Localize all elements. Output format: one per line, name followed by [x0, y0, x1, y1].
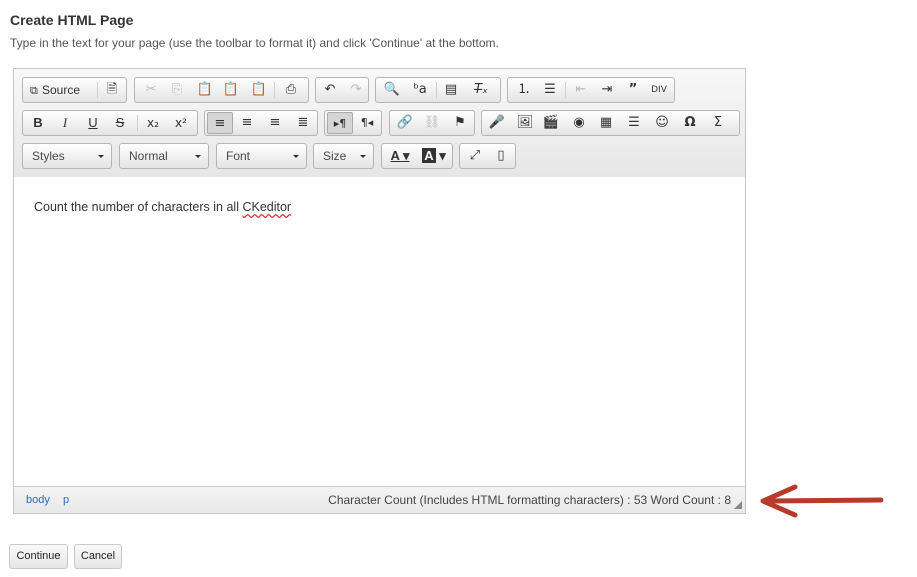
- source-button[interactable]: ⧉ Source: [26, 79, 94, 101]
- anchor-flag-icon[interactable]: ⚑: [447, 112, 473, 134]
- strike-icon[interactable]: S: [107, 112, 133, 134]
- rtl-icon[interactable]: ¶◂: [354, 112, 380, 134]
- chevron-down-icon: [293, 155, 299, 158]
- styles-dropdown[interactable]: Styles: [22, 143, 112, 169]
- increase-indent-icon[interactable]: ⇥: [594, 79, 620, 101]
- redo-icon[interactable]: ↷: [343, 79, 369, 101]
- align-left-icon[interactable]: ≡: [207, 112, 233, 134]
- editor-paragraph[interactable]: Count the number of characters in all CK…: [34, 200, 291, 214]
- find-icon[interactable]: 🔍: [379, 79, 405, 101]
- document-group: ⧉ Source 🗎: [22, 77, 127, 103]
- numbered-list-icon[interactable]: ⒈: [511, 79, 537, 101]
- italic-icon[interactable]: I: [52, 112, 78, 134]
- editor-text: Count the number of characters in all: [34, 200, 243, 214]
- paste-text-icon[interactable]: 📋: [218, 79, 244, 101]
- direction-group: ▸¶ ¶◂: [324, 110, 382, 136]
- remove-format-icon[interactable]: T̶ₓ: [468, 79, 494, 101]
- continue-button[interactable]: Continue: [9, 544, 68, 569]
- font-label: Font: [226, 149, 251, 163]
- show-blocks-icon[interactable]: ▯: [488, 145, 514, 167]
- font-dropdown[interactable]: Font: [216, 143, 307, 169]
- path-p-link[interactable]: p: [63, 487, 69, 513]
- format-label: Normal: [129, 149, 168, 163]
- templates-icon[interactable]: 🗎: [99, 79, 125, 101]
- print-icon[interactable]: ⎙: [278, 79, 304, 101]
- editor-content-area[interactable]: Count the number of characters in all CK…: [14, 177, 745, 487]
- smiley-icon[interactable]: ☺: [649, 112, 675, 134]
- basic-styles-group: B I U S x₂ x²: [22, 110, 198, 136]
- table-icon[interactable]: ▦: [593, 112, 619, 134]
- page-title: Create HTML Page: [10, 12, 134, 28]
- paste-icon[interactable]: 📋: [192, 79, 218, 101]
- select-all-icon[interactable]: ▤: [438, 79, 464, 101]
- link-group: 🔗 ⛓ ⚑: [389, 110, 475, 136]
- link-icon[interactable]: 🔗: [392, 112, 418, 134]
- undo-group: ↶ ↷: [315, 77, 369, 103]
- size-dropdown[interactable]: Size: [313, 143, 374, 169]
- bold-icon[interactable]: B: [25, 112, 51, 134]
- list-group: ⒈ ☰ ⇤ ⇥ ” DIV: [507, 77, 675, 103]
- math-sigma-icon[interactable]: Σ: [705, 112, 731, 134]
- cut-icon[interactable]: ✂: [138, 79, 164, 101]
- align-group: ≡ ≡ ≡ ≣: [204, 110, 318, 136]
- replace-icon[interactable]: ᵇa: [407, 79, 433, 101]
- insert-group: 🎤 🖼 🎬 ◉ ▦ ☰ ☺ Ω Σ: [481, 110, 740, 136]
- source-label: Source: [42, 83, 81, 97]
- undo-icon[interactable]: ↶: [317, 79, 343, 101]
- microphone-icon[interactable]: 🎤: [484, 112, 510, 134]
- character-word-count: Character Count (Includes HTML formattin…: [328, 493, 731, 507]
- page-instructions: Type in the text for your page (use the …: [10, 36, 499, 50]
- ltr-icon[interactable]: ▸¶: [327, 112, 353, 134]
- rich-text-editor: ⧉ Source 🗎 ✂ ⎘ 📋 📋 📋 ⎙ ↶ ↷ 🔍 ᵇa ▤ T̶ₓ ⒈ …: [13, 68, 746, 514]
- chevron-down-icon: [195, 155, 201, 158]
- unlink-icon[interactable]: ⛓: [419, 112, 445, 134]
- image-icon[interactable]: 🖼: [512, 112, 538, 134]
- align-center-icon[interactable]: ≡: [234, 112, 260, 134]
- paste-word-icon[interactable]: 📋: [246, 79, 272, 101]
- resize-handle-icon[interactable]: [734, 501, 742, 509]
- annotation-arrow-icon: [760, 484, 884, 518]
- chevron-down-icon: [360, 155, 366, 158]
- copy-icon[interactable]: ⎘: [164, 79, 190, 101]
- maximize-icon[interactable]: ⤢: [462, 145, 488, 167]
- misspelled-word[interactable]: CKeditor: [242, 200, 291, 214]
- text-color-icon[interactable]: A ▾: [385, 145, 415, 167]
- superscript-icon[interactable]: x²: [168, 112, 194, 134]
- bulleted-list-icon[interactable]: ☰: [537, 79, 563, 101]
- horizontal-line-icon[interactable]: ☰: [621, 112, 647, 134]
- styles-label: Styles: [32, 149, 65, 163]
- size-label: Size: [323, 149, 347, 163]
- format-dropdown[interactable]: Normal: [119, 143, 209, 169]
- cancel-button[interactable]: Cancel: [74, 544, 122, 569]
- blockquote-icon[interactable]: ”: [620, 79, 646, 101]
- clipboard-group: ✂ ⎘ 📋 📋 📋 ⎙: [134, 77, 309, 103]
- decrease-indent-icon[interactable]: ⇤: [568, 79, 594, 101]
- color-group: A ▾ A ▾: [381, 143, 453, 169]
- align-right-icon[interactable]: ≡: [262, 112, 288, 134]
- special-char-icon[interactable]: Ω: [677, 112, 703, 134]
- video-icon[interactable]: 🎬: [538, 112, 564, 134]
- find-group: 🔍 ᵇa ▤ T̶ₓ: [375, 77, 501, 103]
- path-body-link[interactable]: body: [26, 487, 50, 513]
- editor-statusbar: body p Character Count (Includes HTML fo…: [14, 486, 745, 513]
- flash-icon[interactable]: ◉: [566, 112, 592, 134]
- underline-icon[interactable]: U: [80, 112, 106, 134]
- subscript-icon[interactable]: x₂: [140, 112, 166, 134]
- tools-group: ⤢ ▯: [459, 143, 516, 169]
- source-icon: ⧉: [30, 84, 38, 97]
- align-justify-icon[interactable]: ≣: [290, 112, 316, 134]
- editor-toolbar: ⧉ Source 🗎 ✂ ⎘ 📋 📋 📋 ⎙ ↶ ↷ 🔍 ᵇa ▤ T̶ₓ ⒈ …: [14, 69, 745, 178]
- chevron-down-icon: [98, 155, 104, 158]
- background-color-icon[interactable]: A ▾: [418, 145, 450, 167]
- create-div-icon[interactable]: DIV: [646, 79, 672, 101]
